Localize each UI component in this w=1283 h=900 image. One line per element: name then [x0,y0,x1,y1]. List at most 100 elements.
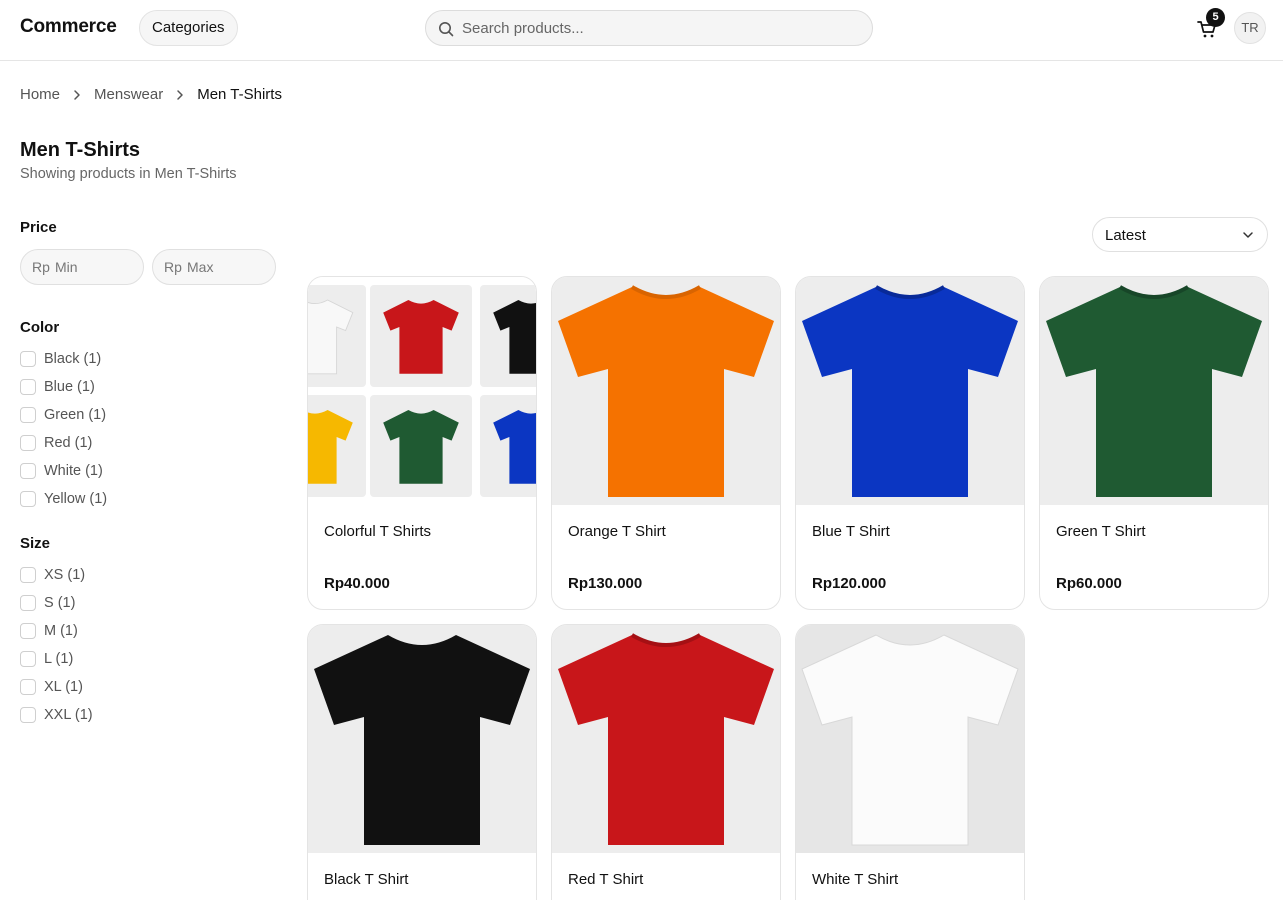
color-option-label: Black (1) [44,351,102,367]
size-option-xxl[interactable]: XXL (1) [20,705,93,725]
search-bar[interactable] [425,10,873,46]
product-card-black[interactable]: Black T Shirt [307,624,537,900]
product-image[interactable] [552,277,780,505]
tshirt-icon [558,633,774,845]
tshirt-icon [308,410,353,484]
product-card-colorful[interactable]: Colorful T Shirts Rp40.000 [307,276,537,610]
product-image[interactable] [308,277,536,505]
search-input[interactable] [462,11,862,45]
checkbox[interactable] [20,351,36,367]
size-option-label: M (1) [44,623,78,639]
checkbox[interactable] [20,651,36,667]
tshirt-icon [493,410,536,484]
color-option-green[interactable]: Green (1) [20,405,106,425]
size-option-l[interactable]: L (1) [20,649,73,669]
currency-prefix: Rp [32,259,50,275]
cart-count-badge: 5 [1206,8,1225,27]
chevron-right-icon [177,89,183,100]
tshirt-icon [1046,285,1262,497]
breadcrumb-menswear[interactable]: Menswear [94,86,163,103]
price-min-input[interactable] [55,250,135,284]
checkbox[interactable] [20,407,36,423]
breadcrumb: Home Menswear Men T-Shirts [20,86,282,103]
color-option-label: Red (1) [44,435,93,451]
product-price: Rp60.000 [1056,575,1122,592]
size-option-label: XXL (1) [44,707,93,723]
product-name[interactable]: Blue T Shirt [812,523,890,540]
size-option-label: L (1) [44,651,74,667]
product-card-green[interactable]: Green T Shirt Rp60.000 [1039,276,1269,610]
tshirt-icon [383,410,459,484]
product-image[interactable] [796,277,1024,505]
product-price: Rp40.000 [324,575,390,592]
color-option-label: Blue (1) [44,379,95,395]
sort-dropdown[interactable]: Latest [1092,217,1268,252]
product-card-orange[interactable]: Orange T Shirt Rp130.000 [551,276,781,610]
chevron-right-icon [74,89,80,100]
top-header: Commerce Categories 5 TR [0,0,1283,61]
breadcrumb-home[interactable]: Home [20,86,60,103]
product-name[interactable]: Black T Shirt [324,871,408,888]
size-option-label: S (1) [44,595,76,611]
size-option-label: XS (1) [44,567,86,583]
size-option-xl[interactable]: XL (1) [20,677,83,697]
price-min-field[interactable]: Rp [20,249,144,285]
color-option-white[interactable]: White (1) [20,461,103,481]
size-option-m[interactable]: M (1) [20,621,78,641]
color-option-label: Yellow (1) [44,491,108,507]
tshirt-icon [802,285,1018,497]
color-filter-heading: Color [20,319,60,336]
checkbox[interactable] [20,435,36,451]
color-option-label: White (1) [44,463,103,479]
tshirt-icon [383,300,459,374]
product-image[interactable] [1040,277,1268,505]
color-option-red[interactable]: Red (1) [20,433,92,453]
page-subtitle: Showing products in Men T-Shirts [20,166,237,182]
product-name[interactable]: Colorful T Shirts [324,523,431,540]
tshirt-icon [493,300,536,374]
checkbox[interactable] [20,567,36,583]
color-option-yellow[interactable]: Yellow (1) [20,489,107,509]
breadcrumb-current: Men T-Shirts [197,86,282,103]
tshirt-icon [558,285,774,497]
size-option-s[interactable]: S (1) [20,593,75,613]
product-card-white[interactable]: White T Shirt [795,624,1025,900]
checkbox[interactable] [20,595,36,611]
price-filter-heading: Price [20,219,57,236]
categories-button[interactable]: Categories [139,10,238,46]
product-name[interactable]: White T Shirt [812,871,898,888]
product-price: Rp120.000 [812,575,887,592]
color-option-black[interactable]: Black (1) [20,349,101,369]
size-option-xs[interactable]: XS (1) [20,565,85,585]
page-title: Men T-Shirts [20,139,141,161]
product-name[interactable]: Green T Shirt [1056,523,1146,540]
checkbox[interactable] [20,679,36,695]
search-icon [439,22,454,37]
product-name[interactable]: Red T Shirt [568,871,643,888]
size-option-label: XL (1) [44,679,83,695]
user-avatar[interactable]: TR [1234,12,1266,44]
tshirt-icon [314,635,530,845]
product-price: Rp130.000 [568,575,643,592]
product-card-red[interactable]: Red T Shirt [551,624,781,900]
color-option-label: Green (1) [44,407,107,423]
tshirt-icon [801,634,1019,846]
product-name[interactable]: Orange T Shirt [568,523,666,540]
price-max-field[interactable]: Rp [152,249,276,285]
color-option-blue[interactable]: Blue (1) [20,377,95,397]
chevron-down-icon [1243,232,1253,238]
tshirt-icon [308,299,354,375]
checkbox[interactable] [20,623,36,639]
product-image[interactable] [796,625,1024,853]
checkbox[interactable] [20,491,36,507]
checkbox[interactable] [20,707,36,723]
product-image[interactable] [552,625,780,853]
checkbox[interactable] [20,463,36,479]
size-filter-heading: Size [20,535,51,552]
checkbox[interactable] [20,379,36,395]
price-max-input[interactable] [187,250,267,284]
product-card-blue[interactable]: Blue T Shirt Rp120.000 [795,276,1025,610]
store-logo[interactable]: Commerce [20,16,117,38]
sort-selected-value: Latest [1105,227,1146,244]
product-image[interactable] [308,625,536,853]
